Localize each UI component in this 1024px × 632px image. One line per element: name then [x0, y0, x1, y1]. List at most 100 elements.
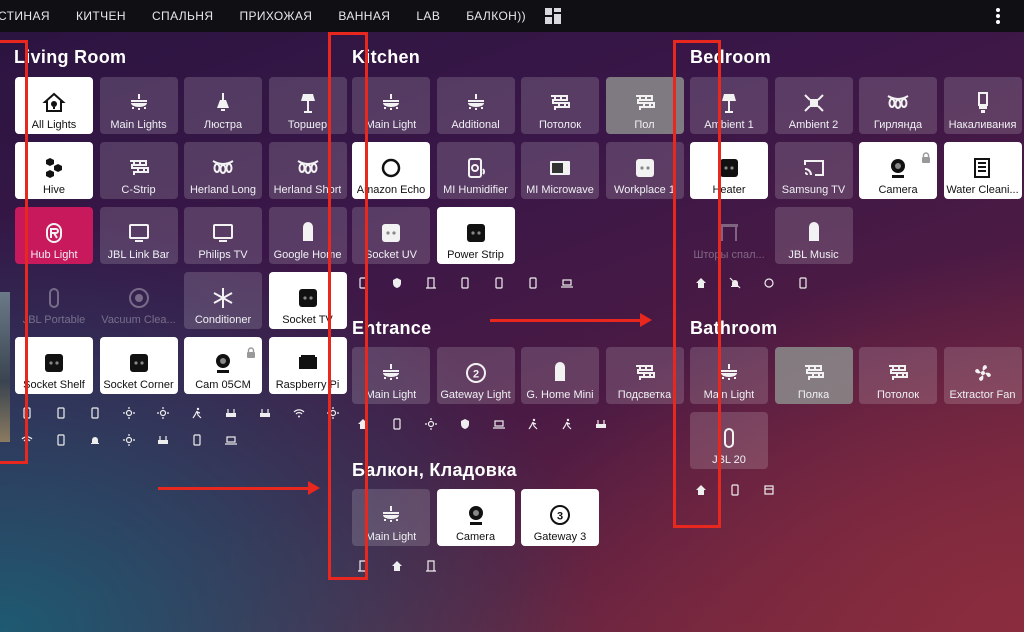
device-card-bedroom-6[interactable]: Camera: [859, 142, 937, 199]
device-card-label: Main Lights: [110, 119, 167, 131]
home-status-icon[interactable]: [390, 559, 404, 573]
tab-6[interactable]: БАЛКОН)): [453, 0, 539, 32]
phone-status-icon[interactable]: [88, 406, 102, 420]
tab-2[interactable]: СПАЛЬНЯ: [139, 0, 226, 32]
device-card-bedroom-3[interactable]: Накаливания: [943, 77, 1022, 134]
walk-status-icon[interactable]: [526, 417, 540, 431]
phone-status-icon[interactable]: [390, 417, 404, 431]
device-card-entrance-1[interactable]: 2 Gateway Light: [436, 347, 515, 404]
string-lights-icon: [211, 156, 235, 180]
card-status-icon[interactable]: [762, 483, 776, 497]
device-card-living-17[interactable]: Socket Corner: [99, 337, 178, 394]
tab-4[interactable]: ВАННАЯ: [325, 0, 403, 32]
device-card-label: MI Humidifier: [443, 184, 508, 196]
snowflake-icon: [211, 286, 235, 310]
phone-status-icon[interactable]: [190, 433, 204, 447]
walk-status-icon[interactable]: [190, 406, 204, 420]
laptop-status-icon[interactable]: [492, 417, 506, 431]
webcam-icon: [211, 351, 235, 375]
sun-status-icon[interactable]: [424, 417, 438, 431]
device-card-living-2[interactable]: Люстра: [184, 77, 262, 134]
device-card-kitchen-7[interactable]: Workplace 1: [605, 142, 684, 199]
device-card-living-9[interactable]: JBL Link Bar: [99, 207, 178, 264]
door-status-icon[interactable]: [424, 559, 438, 573]
device-card-label: Полка: [797, 389, 830, 401]
tab-3[interactable]: ПРИХОЖАЯ: [226, 0, 325, 32]
led-strip-icon: [886, 361, 910, 385]
device-card-label: JBL Music: [788, 249, 839, 261]
tab-strip: СТИНАЯ КИТЧЕН СПАЛЬНЯ ПРИХОЖАЯ ВАННАЯ LAB БАЛК…: [0, 0, 539, 32]
annotation-box-living: [0, 40, 28, 464]
device-card-kitchen-2[interactable]: Потолок: [521, 77, 599, 134]
circle-status-icon[interactable]: [762, 276, 776, 290]
speaker-icon: [42, 286, 66, 310]
device-card-living-6[interactable]: Herland Long: [184, 142, 262, 199]
tab-0[interactable]: СТИНАЯ: [0, 0, 63, 32]
phone-status-icon[interactable]: [54, 433, 68, 447]
lock-icon: [246, 345, 256, 358]
phone-status-icon[interactable]: [54, 406, 68, 420]
device-card-bedroom-7[interactable]: Water Cleani...: [943, 142, 1022, 199]
dashboard-grid-icon[interactable]: [545, 8, 562, 24]
device-card-bedroom-5[interactable]: Samsung TV: [774, 142, 853, 199]
door-status-icon[interactable]: [424, 276, 438, 290]
device-card-living-14[interactable]: Conditioner: [184, 272, 262, 329]
sun-status-icon[interactable]: [122, 433, 136, 447]
floor-lamp-icon: [296, 91, 320, 115]
router-status-icon[interactable]: [156, 433, 170, 447]
device-card-living-18[interactable]: Cam 05CM: [184, 337, 262, 394]
laptop-status-icon[interactable]: [560, 276, 574, 290]
router-status-icon[interactable]: [224, 406, 238, 420]
device-card-bedroom-1[interactable]: Ambient 2: [774, 77, 853, 134]
led-strip-icon: [548, 91, 572, 115]
device-card-living-13[interactable]: Vacuum Clea...: [100, 272, 178, 329]
humidifier-icon: [464, 156, 488, 180]
device-card-kitchen-5[interactable]: MI Humidifier: [436, 142, 515, 199]
socket-icon: [633, 156, 657, 180]
phone-status-icon[interactable]: [728, 483, 742, 497]
phone-status-icon[interactable]: [526, 276, 540, 290]
device-card-balcony-2[interactable]: 3 Gateway 3: [521, 489, 599, 546]
device-card-balcony-1[interactable]: Camera: [436, 489, 515, 546]
device-card-living-10[interactable]: Philips TV: [184, 207, 262, 264]
mute-status-icon[interactable]: [728, 276, 742, 290]
overflow-menu-icon[interactable]: [996, 8, 1000, 24]
device-card-kitchen-3[interactable]: Пол: [605, 77, 684, 134]
tab-5[interactable]: LAB: [403, 0, 453, 32]
phone-status-icon[interactable]: [796, 276, 810, 290]
wifi-status-icon[interactable]: [292, 406, 306, 420]
phone-status-icon[interactable]: [458, 276, 472, 290]
status-row-kitchen: [356, 276, 594, 290]
laptop-status-icon[interactable]: [224, 433, 238, 447]
walk-status-icon[interactable]: [560, 417, 574, 431]
device-card-bathroom-1[interactable]: Полка: [774, 347, 853, 404]
device-card-label: Gateway Light: [440, 389, 511, 401]
router-status-icon[interactable]: [258, 406, 272, 420]
status-row-living-2: [20, 433, 258, 447]
device-card-kitchen-1[interactable]: Additional: [436, 77, 515, 134]
sun-status-icon[interactable]: [156, 406, 170, 420]
device-card-kitchen-6[interactable]: MI Microwave: [521, 142, 599, 199]
tab-1[interactable]: КИТЧЕН: [63, 0, 139, 32]
device-card-kitchen-9[interactable]: Power Strip: [436, 207, 515, 264]
device-card-label: Additional: [451, 119, 500, 131]
shield-status-icon[interactable]: [390, 276, 404, 290]
robot-vacuum-icon: [127, 286, 151, 310]
device-card-entrance-3[interactable]: Подсветка: [605, 347, 684, 404]
phone-status-icon[interactable]: [492, 276, 506, 290]
device-card-living-1[interactable]: Main Lights: [99, 77, 178, 134]
device-card-bathroom-3[interactable]: Extractor Fan: [943, 347, 1022, 404]
router-status-icon[interactable]: [594, 417, 608, 431]
device-card-bedroom-2[interactable]: Гирлянда: [859, 77, 937, 134]
device-card-label: Samsung TV: [781, 184, 846, 196]
device-card-entrance-2[interactable]: G. Home Mini: [521, 347, 599, 404]
hexagon-icon: [42, 156, 66, 180]
sun-status-icon[interactable]: [122, 406, 136, 420]
device-card-living-5[interactable]: C-Strip: [99, 142, 178, 199]
device-card-label: JBL Portable: [22, 314, 86, 326]
shield-status-icon[interactable]: [458, 417, 472, 431]
ceiling-light-icon: [379, 361, 403, 385]
device-card-bedroom-9[interactable]: JBL Music: [774, 207, 853, 264]
bell-status-icon[interactable]: [88, 433, 102, 447]
device-card-bathroom-2[interactable]: Потолок: [859, 347, 937, 404]
